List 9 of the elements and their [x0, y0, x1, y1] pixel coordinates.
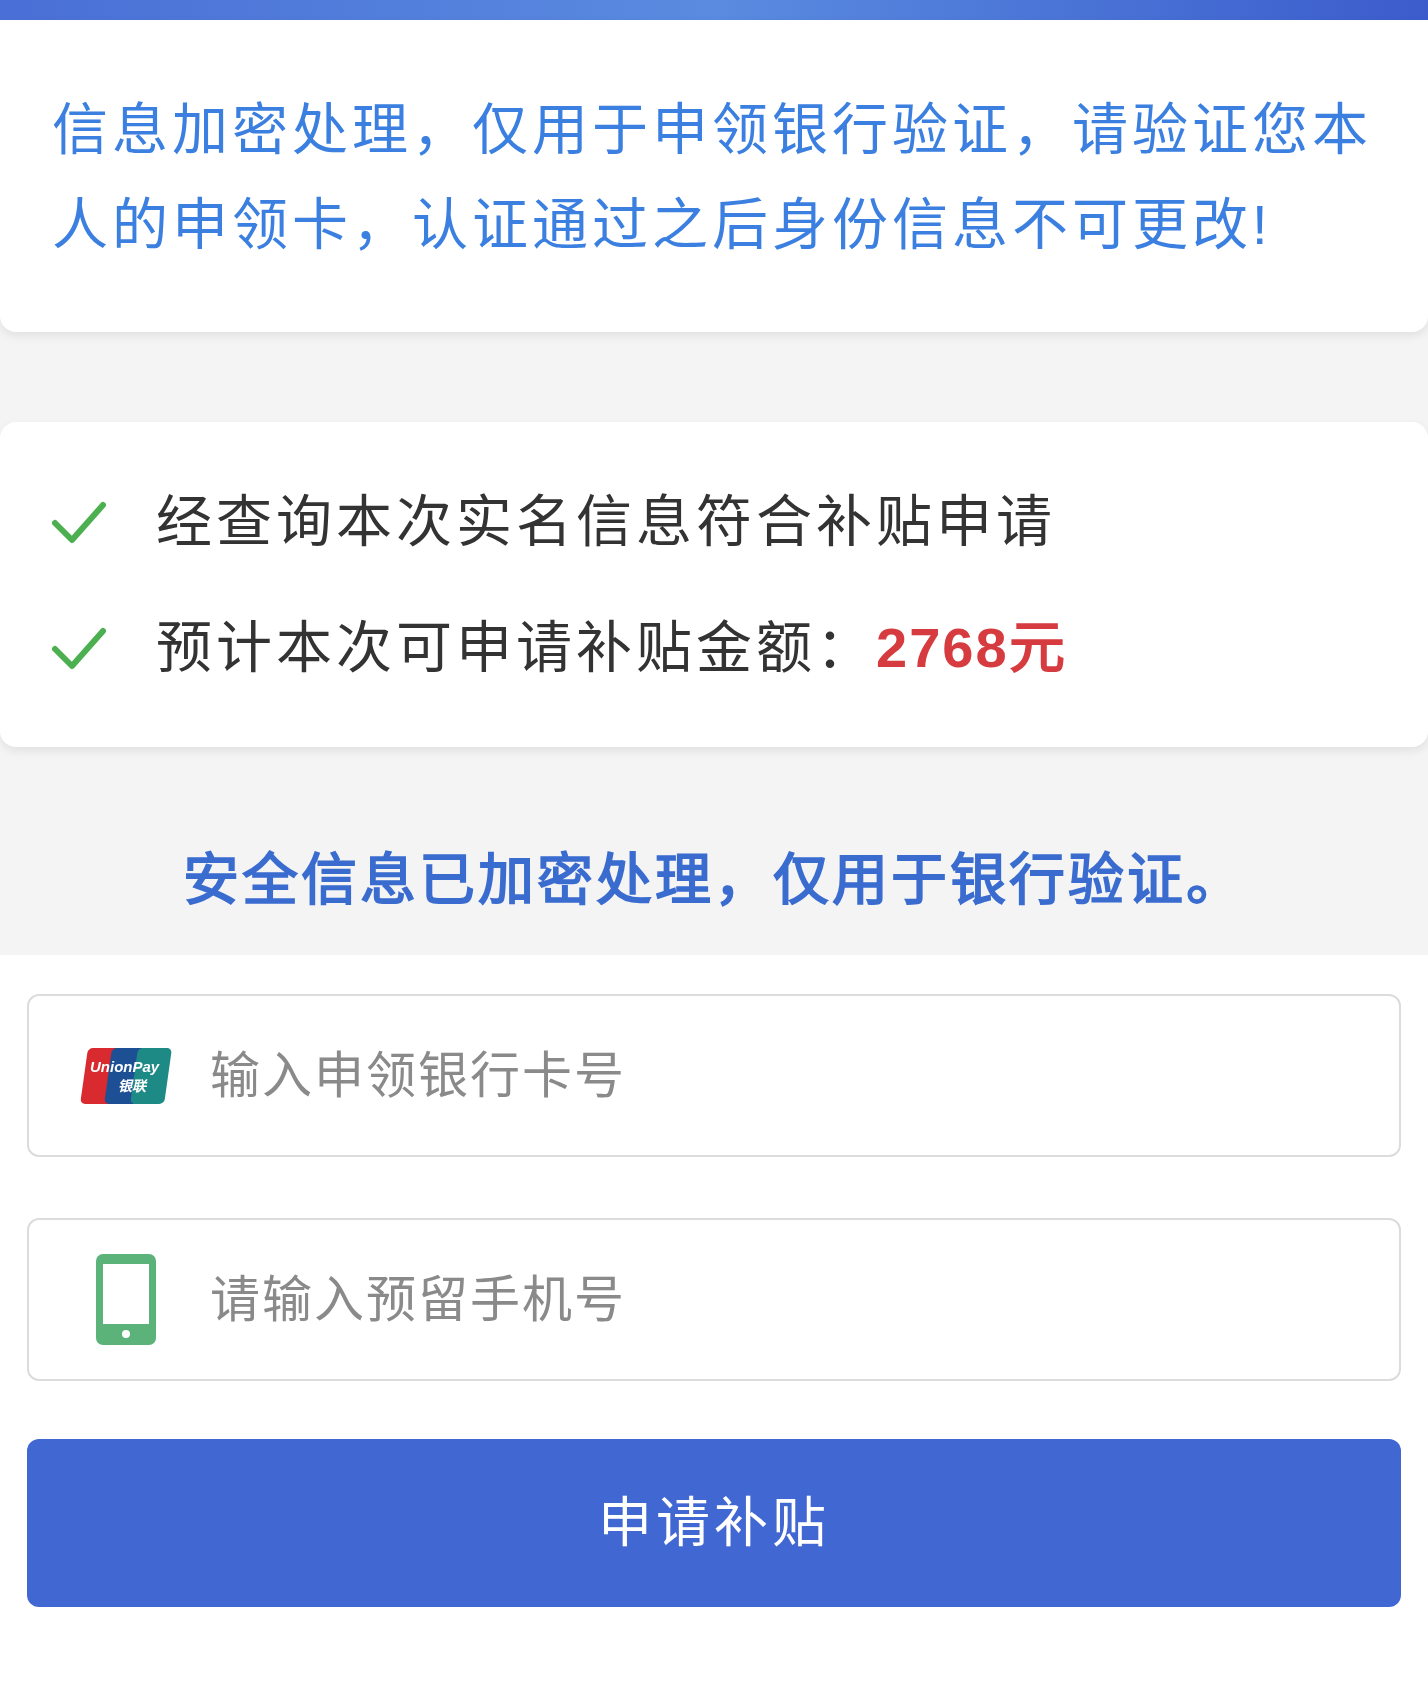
submit-button[interactable]: 申请补贴: [27, 1439, 1401, 1607]
phone-field[interactable]: 请输入预留手机号: [27, 1218, 1401, 1381]
notice-text: 信息加密处理，仅用于申领银行验证，请验证您本人的申领卡，认证通过之后身份信息不可更改!: [52, 97, 1373, 258]
check-text: 经查询本次实名信息符合补贴申请: [156, 489, 1056, 555]
phone-icon: [96, 1254, 156, 1345]
logo-text: 银联: [118, 1077, 146, 1094]
security-note: 安全信息已加密处理，仅用于银行验证。: [183, 847, 1245, 913]
amount-text: 2768元: [876, 615, 1067, 681]
check-text: 预计本次可申请补贴金额：: [156, 615, 876, 681]
